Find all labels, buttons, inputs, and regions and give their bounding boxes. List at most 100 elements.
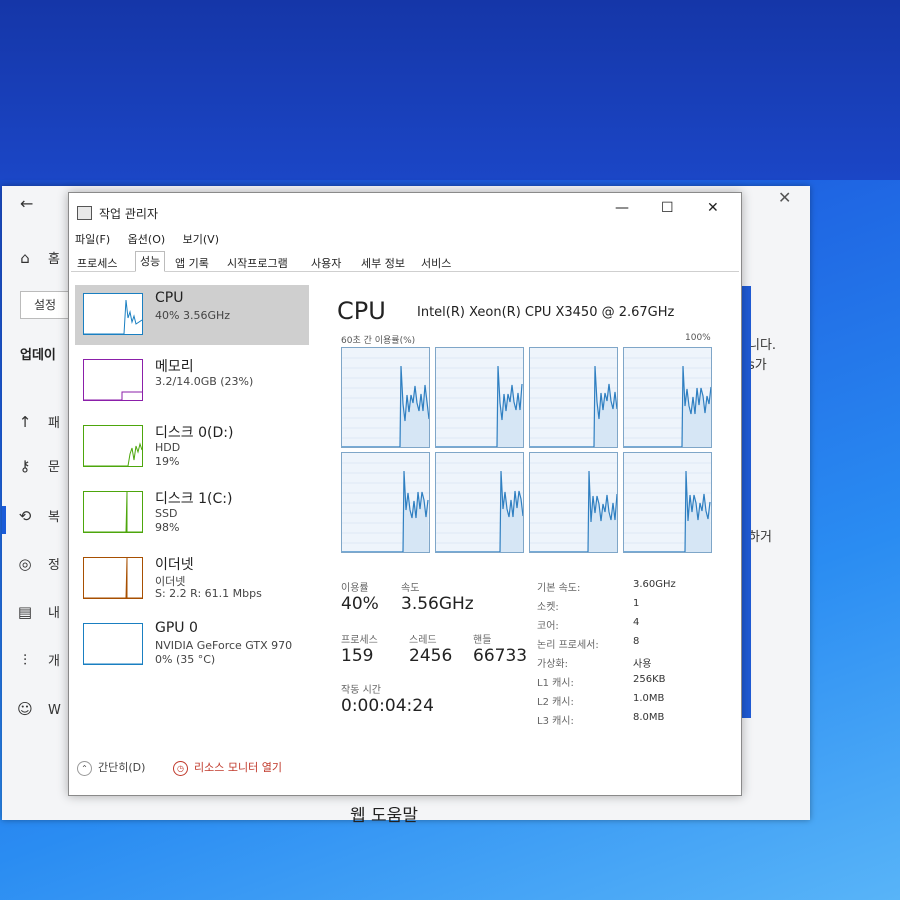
- resource-item[interactable]: 디스크 1(C:) SSD 98%: [75, 483, 309, 543]
- settings-text: 니다.: [748, 338, 777, 353]
- fewer-details-button[interactable]: ⌃ 간단히(D): [77, 759, 145, 776]
- thumbnail-line: [84, 391, 142, 401]
- settings-nav-item[interactable]: ⫶ 개: [16, 650, 60, 669]
- resource-thumbnail: [83, 491, 143, 533]
- detail-key: L3 캐시:: [537, 716, 574, 727]
- tab-1[interactable]: 성능: [135, 251, 166, 272]
- menu-options[interactable]: 옵션(O): [128, 233, 165, 246]
- nav-label: 복: [48, 510, 60, 525]
- uptime-label: 작동 시간: [341, 685, 381, 696]
- detail-value: 256KB: [633, 674, 666, 685]
- nav-label: 내: [48, 606, 60, 621]
- maximize-icon[interactable]: ☐: [661, 200, 674, 216]
- detail-key: L1 캐시:: [537, 678, 574, 689]
- resource-monitor-icon: ◷: [173, 760, 188, 776]
- close-icon[interactable]: ✕: [707, 200, 719, 216]
- speed-value: 3.56GHz: [401, 594, 474, 614]
- web-help-heading: 웹 도움말: [350, 806, 418, 826]
- selected-indicator: [2, 506, 6, 534]
- detail-value: 8: [633, 636, 640, 647]
- nav-label: 정: [48, 558, 60, 573]
- tab-2[interactable]: 앱 기록: [171, 254, 213, 272]
- cpu-model: Intel(R) Xeon(R) CPU X3450 @ 2.67GHz: [417, 305, 675, 320]
- resource-name: 이더넷: [155, 557, 194, 573]
- back-arrow-icon[interactable]: ←: [20, 194, 33, 213]
- open-resource-monitor-link[interactable]: ◷ 리소스 모니터 열기: [173, 759, 282, 776]
- detail-key: 기본 속도:: [537, 583, 581, 594]
- resource-item[interactable]: GPU 0 NVIDIA GeForce GTX 970 0% (35 °C): [75, 615, 309, 675]
- scrollbar[interactable]: [742, 286, 751, 718]
- resource-item[interactable]: 메모리 3.2/14.0GB (23%): [75, 351, 309, 411]
- thumbnail-line: [84, 491, 142, 533]
- detail-value: 4: [633, 617, 640, 628]
- settings-nav-item[interactable]: ↑ 패: [16, 412, 60, 431]
- resource-item[interactable]: CPU 40% 3.56GHz: [75, 285, 309, 345]
- settings-button[interactable]: 설정: [20, 291, 70, 319]
- resource-item[interactable]: 디스크 0(D:) HDD 19%: [75, 417, 309, 477]
- resource-name: 디스크 1(C:): [155, 491, 233, 507]
- tab-3[interactable]: 시작프로그램: [223, 254, 292, 272]
- chevron-up-icon: ⌃: [77, 760, 92, 776]
- tab-4[interactable]: 사용자: [307, 254, 345, 272]
- desktop-background: [0, 0, 900, 180]
- nav-icon: ▤: [17, 603, 33, 621]
- thumbnail-line: [84, 557, 142, 599]
- detail-key: L2 캐시:: [537, 697, 574, 708]
- handles-label: 핸들: [473, 635, 492, 646]
- resource-detail: SSD: [155, 507, 178, 520]
- graph-left-label: 60초 간 이용률(%): [341, 336, 416, 346]
- tab-5[interactable]: 세부 정보: [357, 254, 409, 272]
- window-title: 작업 관리자: [99, 207, 159, 221]
- handles-value: 66733: [473, 646, 528, 666]
- detail-key: 가상화:: [537, 659, 568, 670]
- nav-icon: ⚷: [19, 457, 31, 475]
- cpu-core-graph: [435, 452, 524, 553]
- nav-label: 패: [48, 416, 60, 431]
- resource-thumbnail: [83, 293, 143, 335]
- resource-name: 메모리: [155, 359, 194, 375]
- graph-right-label: 100%: [685, 333, 711, 343]
- home-icon: ⌂: [20, 249, 30, 267]
- detail-key: 논리 프로세서:: [537, 640, 599, 651]
- tab-0[interactable]: 프로세스: [73, 254, 121, 272]
- speed-label: 속도: [401, 583, 420, 594]
- task-manager-window: 작업 관리자 — ☐ ✕ 파일(F) 옵션(O) 보기(V) 프로세스 성능 앱 기…: [68, 192, 742, 796]
- minimize-icon[interactable]: —: [615, 200, 629, 216]
- cpu-core-graph: [623, 347, 712, 448]
- nav-label: W: [48, 703, 61, 718]
- cpu-heading: CPU: [337, 297, 386, 325]
- resource-detail: 40% 3.56GHz: [155, 309, 231, 322]
- settings-nav-item[interactable]: ⟲ 복: [16, 506, 60, 525]
- detail-value: 1: [633, 598, 640, 609]
- resource-detail: NVIDIA GeForce GTX 970: [155, 639, 293, 652]
- resource-detail: 98%: [155, 521, 180, 534]
- title-bar[interactable]: 작업 관리자 — ☐ ✕: [69, 193, 741, 227]
- menu-file[interactable]: 파일(F): [75, 233, 110, 246]
- menu-view[interactable]: 보기(V): [183, 233, 219, 246]
- uptime-value: 0:00:04:24: [341, 696, 434, 716]
- settings-nav-item[interactable]: ☺ W: [16, 700, 61, 718]
- resource-thumbnail: [83, 557, 143, 599]
- settings-nav-item[interactable]: ◎ 정: [16, 554, 60, 573]
- settings-nav-item[interactable]: ▤ 내: [16, 602, 60, 621]
- cpu-core-graph: [623, 452, 712, 553]
- close-icon[interactable]: ✕: [778, 188, 791, 207]
- detail-value: 1.0MB: [633, 693, 665, 704]
- home-nav-item[interactable]: ⌂ 홈: [16, 248, 60, 267]
- tab-6[interactable]: 서비스: [417, 254, 455, 272]
- resource-monitor-label: 리소스 모니터 열기: [194, 761, 282, 774]
- task-manager-icon: [77, 206, 92, 220]
- nav-icon: ⟲: [18, 507, 32, 525]
- threads-label: 스레드: [409, 635, 437, 646]
- resource-detail: HDD: [155, 441, 181, 454]
- resource-name: 디스크 0(D:): [155, 425, 234, 441]
- settings-nav-item[interactable]: ⚷ 문: [16, 456, 60, 475]
- nav-icon: ◎: [18, 555, 32, 573]
- resource-item[interactable]: 이더넷 이더넷 S: 2.2 R: 61.1 Mbps: [75, 549, 309, 609]
- util-value: 40%: [341, 594, 379, 614]
- thumbnail-line: [84, 442, 143, 467]
- cpu-core-graph: [341, 452, 430, 553]
- util-label: 이용률: [341, 583, 369, 594]
- fewer-details-label: 간단히(D): [98, 761, 146, 774]
- threads-value: 2456: [409, 646, 453, 666]
